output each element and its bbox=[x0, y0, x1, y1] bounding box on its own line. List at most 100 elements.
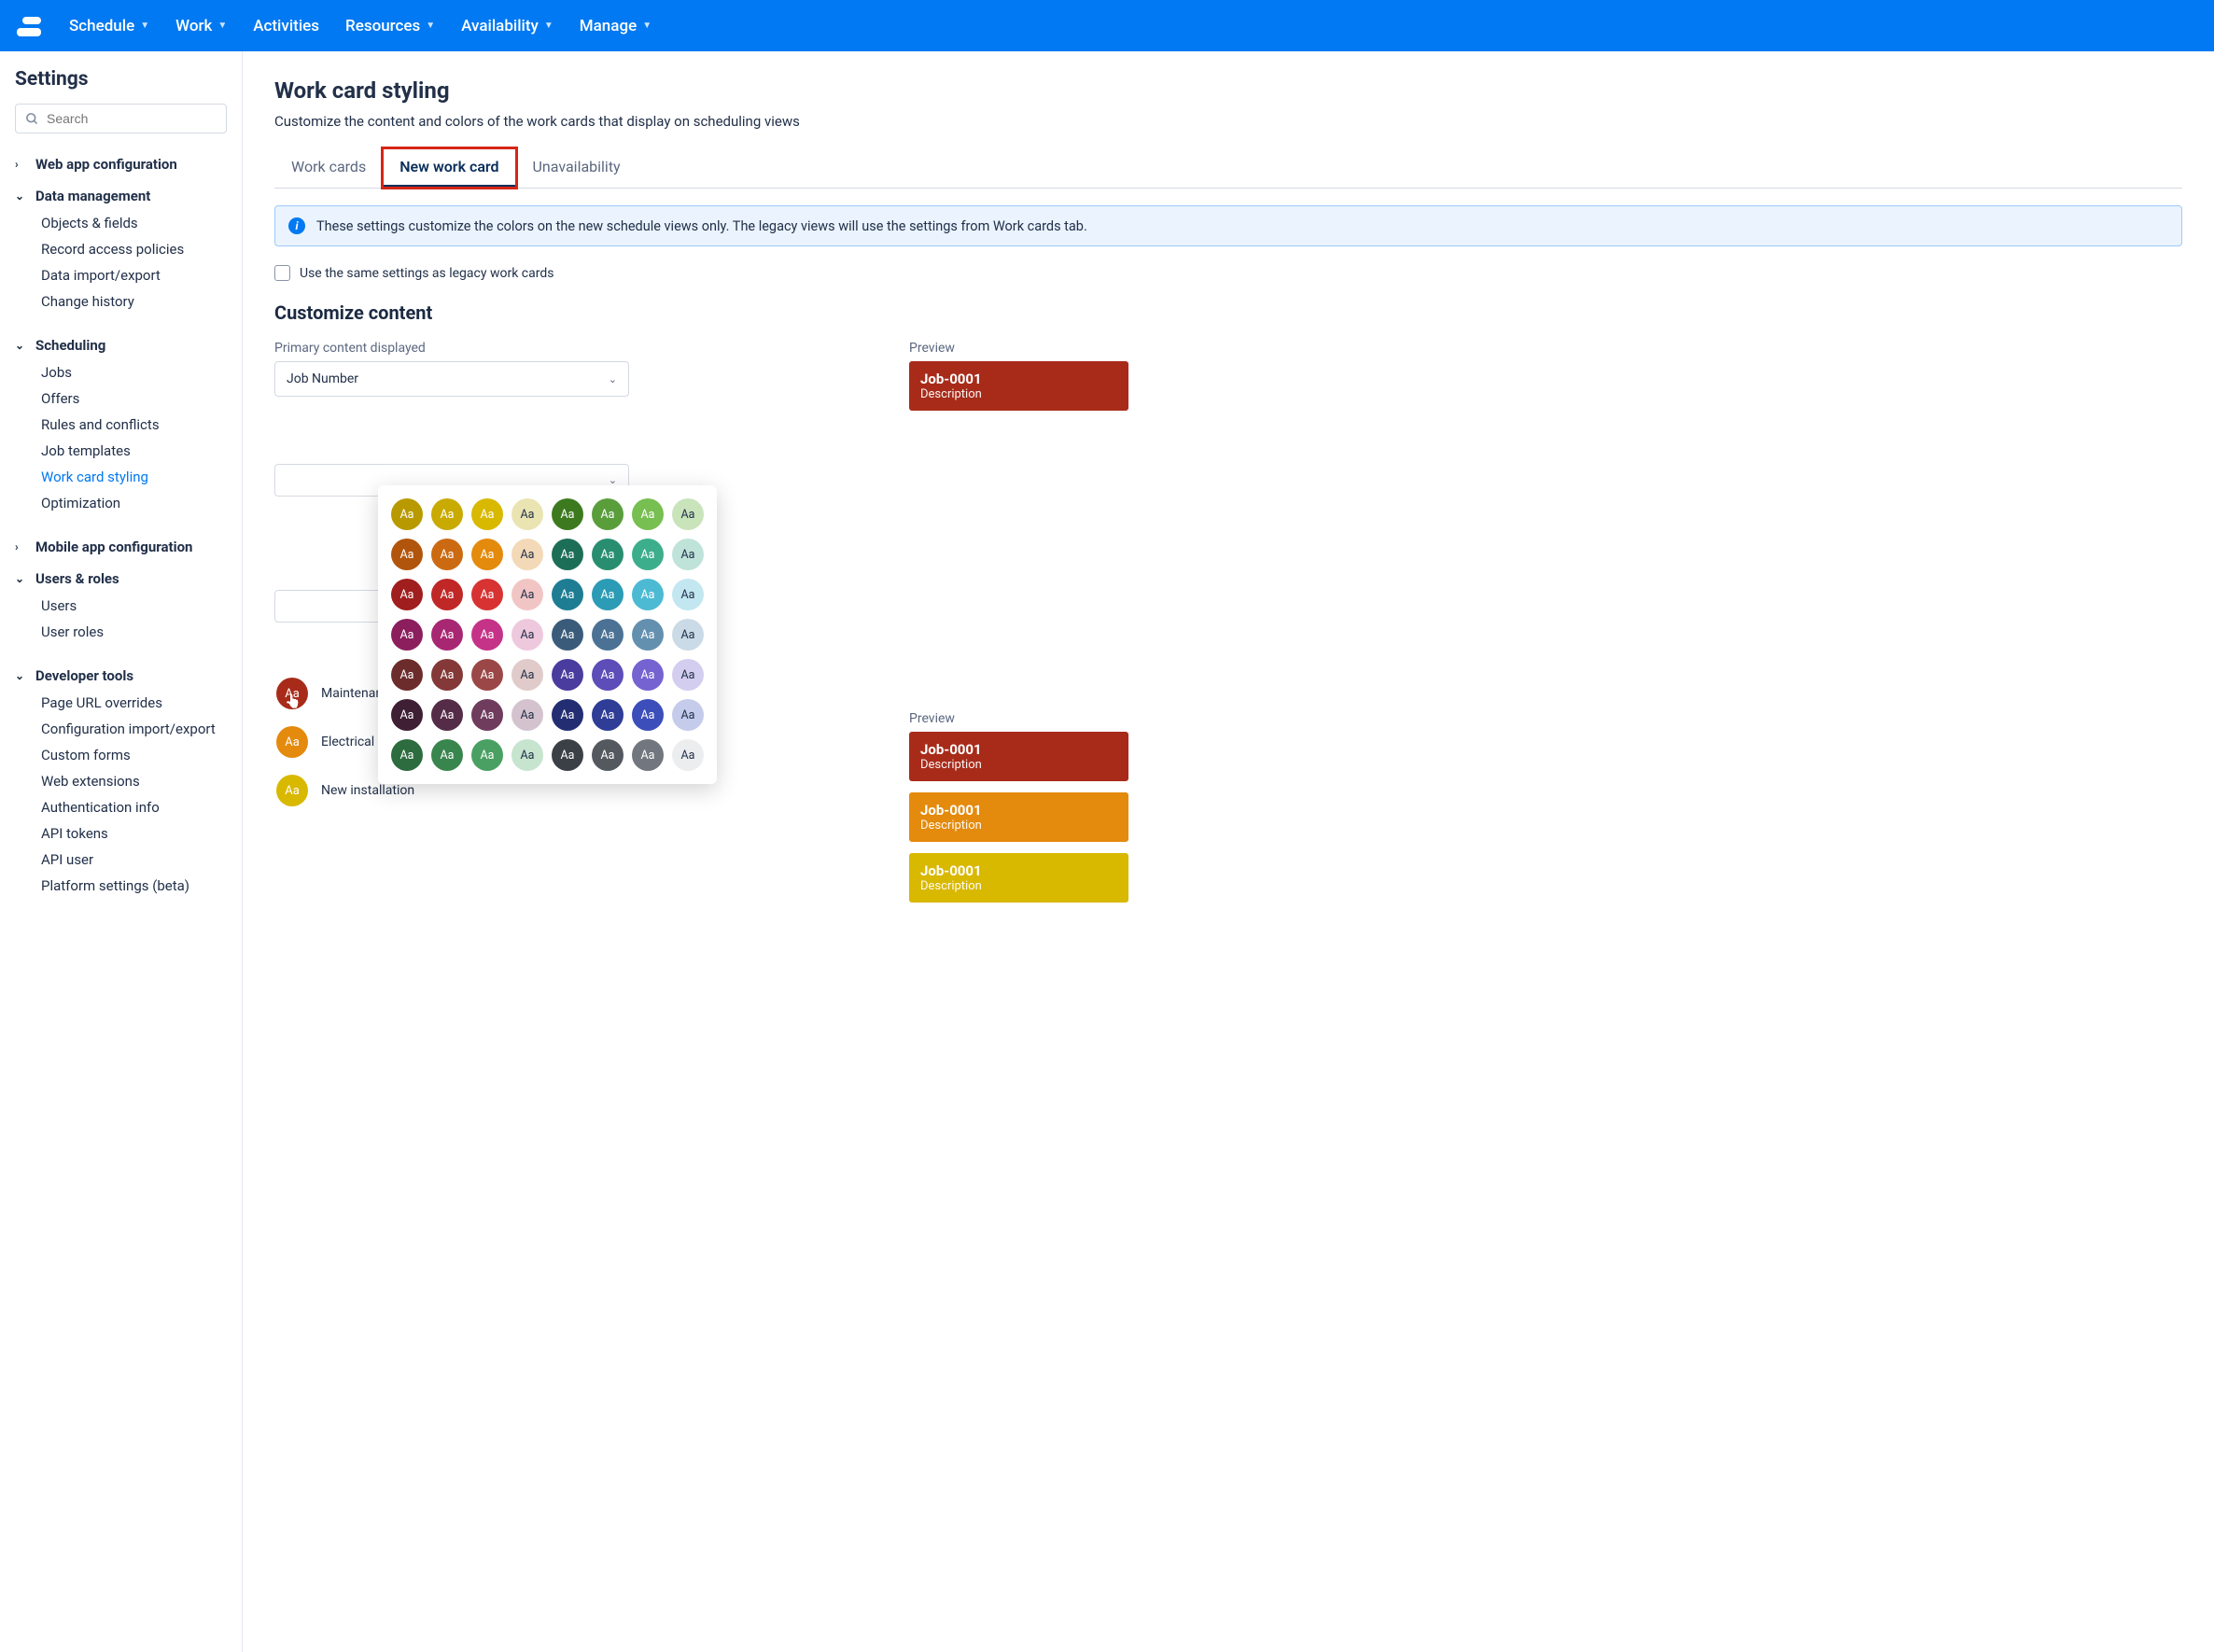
sidebar-section[interactable]: ›Mobile app configuration bbox=[15, 533, 227, 561]
color-option[interactable]: Aa bbox=[672, 579, 704, 610]
nav-activities[interactable]: Activities bbox=[253, 17, 319, 35]
color-option[interactable]: Aa bbox=[511, 579, 543, 610]
color-option[interactable]: Aa bbox=[592, 659, 624, 691]
color-swatch[interactable]: Aa bbox=[276, 726, 308, 758]
color-option[interactable]: Aa bbox=[632, 579, 664, 610]
color-option[interactable]: Aa bbox=[592, 619, 624, 651]
sidebar-item[interactable]: Data import/export bbox=[41, 262, 227, 288]
tab-unavailability[interactable]: Unavailability bbox=[516, 148, 638, 188]
color-option[interactable]: Aa bbox=[511, 699, 543, 731]
color-option[interactable]: Aa bbox=[672, 739, 704, 771]
sidebar-section[interactable]: ⌄Scheduling bbox=[15, 331, 227, 359]
sidebar-item[interactable]: Record access policies bbox=[41, 236, 227, 262]
search-field[interactable] bbox=[47, 111, 217, 126]
color-option[interactable]: Aa bbox=[632, 539, 664, 570]
color-option[interactable]: Aa bbox=[552, 659, 583, 691]
sidebar-item[interactable]: Objects & fields bbox=[41, 210, 227, 236]
sidebar-item[interactable]: User roles bbox=[41, 619, 227, 645]
color-option[interactable]: Aa bbox=[592, 739, 624, 771]
sidebar-section[interactable]: ›Web app configuration bbox=[15, 150, 227, 178]
color-option[interactable]: Aa bbox=[552, 539, 583, 570]
color-option[interactable]: Aa bbox=[391, 539, 423, 570]
nav-availability[interactable]: Availability▼ bbox=[461, 17, 554, 35]
color-option[interactable]: Aa bbox=[632, 699, 664, 731]
color-option[interactable]: Aa bbox=[552, 699, 583, 731]
checkbox[interactable] bbox=[274, 265, 290, 281]
color-option[interactable]: Aa bbox=[391, 739, 423, 771]
color-option[interactable]: Aa bbox=[592, 498, 624, 530]
sidebar-item[interactable]: Job templates bbox=[41, 438, 227, 464]
sidebar-item[interactable]: Optimization bbox=[41, 490, 227, 516]
sidebar-item[interactable]: Work card styling bbox=[41, 464, 227, 490]
nav-schedule[interactable]: Schedule▼ bbox=[69, 17, 149, 35]
color-option[interactable]: Aa bbox=[391, 619, 423, 651]
search-input[interactable] bbox=[15, 104, 227, 133]
color-option[interactable]: Aa bbox=[431, 699, 463, 731]
color-option[interactable]: Aa bbox=[471, 659, 503, 691]
color-option[interactable]: Aa bbox=[552, 619, 583, 651]
sidebar-item[interactable]: Users bbox=[41, 593, 227, 619]
sidebar-item[interactable]: Authentication info bbox=[41, 794, 227, 820]
color-option[interactable]: Aa bbox=[431, 659, 463, 691]
nav-work[interactable]: Work▼ bbox=[175, 17, 227, 35]
color-option[interactable]: Aa bbox=[632, 498, 664, 530]
color-option[interactable]: Aa bbox=[511, 739, 543, 771]
tabs: Work cards New work card Unavailability bbox=[274, 148, 2182, 189]
sidebar-item[interactable]: Rules and conflicts bbox=[41, 412, 227, 438]
color-swatch[interactable]: Aa👆 bbox=[276, 678, 308, 709]
sidebar-item[interactable]: Page URL overrides bbox=[41, 690, 227, 716]
color-option[interactable]: Aa bbox=[471, 699, 503, 731]
color-option[interactable]: Aa bbox=[592, 539, 624, 570]
color-option[interactable]: Aa bbox=[632, 619, 664, 651]
tab-new-work-card[interactable]: New work card bbox=[383, 148, 515, 188]
sidebar-item[interactable]: Platform settings (beta) bbox=[41, 873, 227, 899]
color-option[interactable]: Aa bbox=[672, 659, 704, 691]
color-option[interactable]: Aa bbox=[672, 498, 704, 530]
color-option[interactable]: Aa bbox=[672, 619, 704, 651]
color-option[interactable]: Aa bbox=[431, 619, 463, 651]
sidebar-item[interactable]: Web extensions bbox=[41, 768, 227, 794]
sidebar-item[interactable]: Jobs bbox=[41, 359, 227, 385]
nav-manage[interactable]: Manage▼ bbox=[580, 17, 652, 35]
color-option[interactable]: Aa bbox=[471, 539, 503, 570]
color-option[interactable]: Aa bbox=[471, 739, 503, 771]
color-option[interactable]: Aa bbox=[552, 739, 583, 771]
color-option[interactable]: Aa bbox=[391, 579, 423, 610]
tab-work-cards[interactable]: Work cards bbox=[274, 148, 383, 188]
color-option[interactable]: Aa bbox=[431, 579, 463, 610]
color-option[interactable]: Aa bbox=[592, 579, 624, 610]
sidebar-item[interactable]: Configuration import/export bbox=[41, 716, 227, 742]
color-option[interactable]: Aa bbox=[511, 619, 543, 651]
nav-resources[interactable]: Resources▼ bbox=[345, 17, 435, 35]
color-option[interactable]: Aa bbox=[511, 498, 543, 530]
color-option[interactable]: Aa bbox=[431, 539, 463, 570]
sidebar-section[interactable]: ⌄Users & roles bbox=[15, 565, 227, 593]
color-option[interactable]: Aa bbox=[632, 659, 664, 691]
sidebar-section[interactable]: ⌄Data management bbox=[15, 182, 227, 210]
color-option[interactable]: Aa bbox=[552, 498, 583, 530]
color-option[interactable]: Aa bbox=[552, 579, 583, 610]
color-option[interactable]: Aa bbox=[471, 579, 503, 610]
color-swatch[interactable]: Aa bbox=[276, 775, 308, 806]
sidebar-item[interactable]: API tokens bbox=[41, 820, 227, 847]
color-option[interactable]: Aa bbox=[511, 539, 543, 570]
color-option[interactable]: Aa bbox=[592, 699, 624, 731]
sidebar-item[interactable]: Change history bbox=[41, 288, 227, 315]
color-option[interactable]: Aa bbox=[672, 539, 704, 570]
color-option[interactable]: Aa bbox=[471, 498, 503, 530]
color-option[interactable]: Aa bbox=[391, 659, 423, 691]
color-option[interactable]: Aa bbox=[511, 659, 543, 691]
sidebar-item[interactable]: Custom forms bbox=[41, 742, 227, 768]
legacy-checkbox-row[interactable]: Use the same settings as legacy work car… bbox=[274, 265, 2182, 281]
sidebar-item[interactable]: API user bbox=[41, 847, 227, 873]
sidebar-item[interactable]: Offers bbox=[41, 385, 227, 412]
sidebar-section[interactable]: ⌄Developer tools bbox=[15, 662, 227, 690]
select-primary-content[interactable]: Job Number ⌄ bbox=[274, 361, 629, 397]
color-option[interactable]: Aa bbox=[391, 699, 423, 731]
color-option[interactable]: Aa bbox=[672, 699, 704, 731]
color-option[interactable]: Aa bbox=[632, 739, 664, 771]
color-option[interactable]: Aa bbox=[391, 498, 423, 530]
color-option[interactable]: Aa bbox=[471, 619, 503, 651]
color-option[interactable]: Aa bbox=[431, 498, 463, 530]
color-option[interactable]: Aa bbox=[431, 739, 463, 771]
